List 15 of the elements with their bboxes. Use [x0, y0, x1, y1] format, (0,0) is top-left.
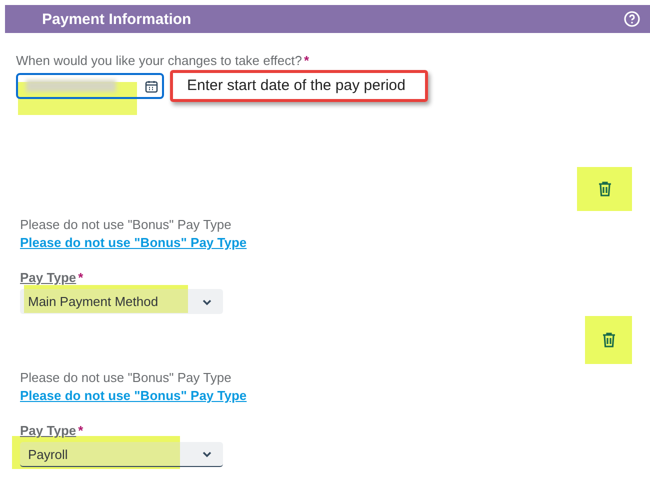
trash-icon: [598, 181, 612, 197]
pay-type-select[interactable]: Payroll: [20, 442, 223, 467]
field-label: Pay Type*: [20, 270, 84, 285]
help-icon[interactable]: [624, 11, 640, 27]
question-label: When would you like your changes to take effect?*: [16, 53, 310, 68]
note-text: Please do not use "Bonus" Pay Type: [20, 217, 232, 232]
field-label: Pay Type*: [20, 423, 84, 438]
date-field[interactable]: [16, 73, 164, 99]
delete-button[interactable]: [577, 167, 632, 211]
note-text: Please do not use "Bonus" Pay Type: [20, 370, 232, 385]
trash-icon: [602, 332, 616, 348]
calendar-icon[interactable]: [145, 80, 158, 92]
delete-button[interactable]: [585, 316, 632, 364]
callout-note: Enter start date of the pay period: [170, 70, 428, 102]
section-title: Payment Information: [42, 10, 192, 28]
